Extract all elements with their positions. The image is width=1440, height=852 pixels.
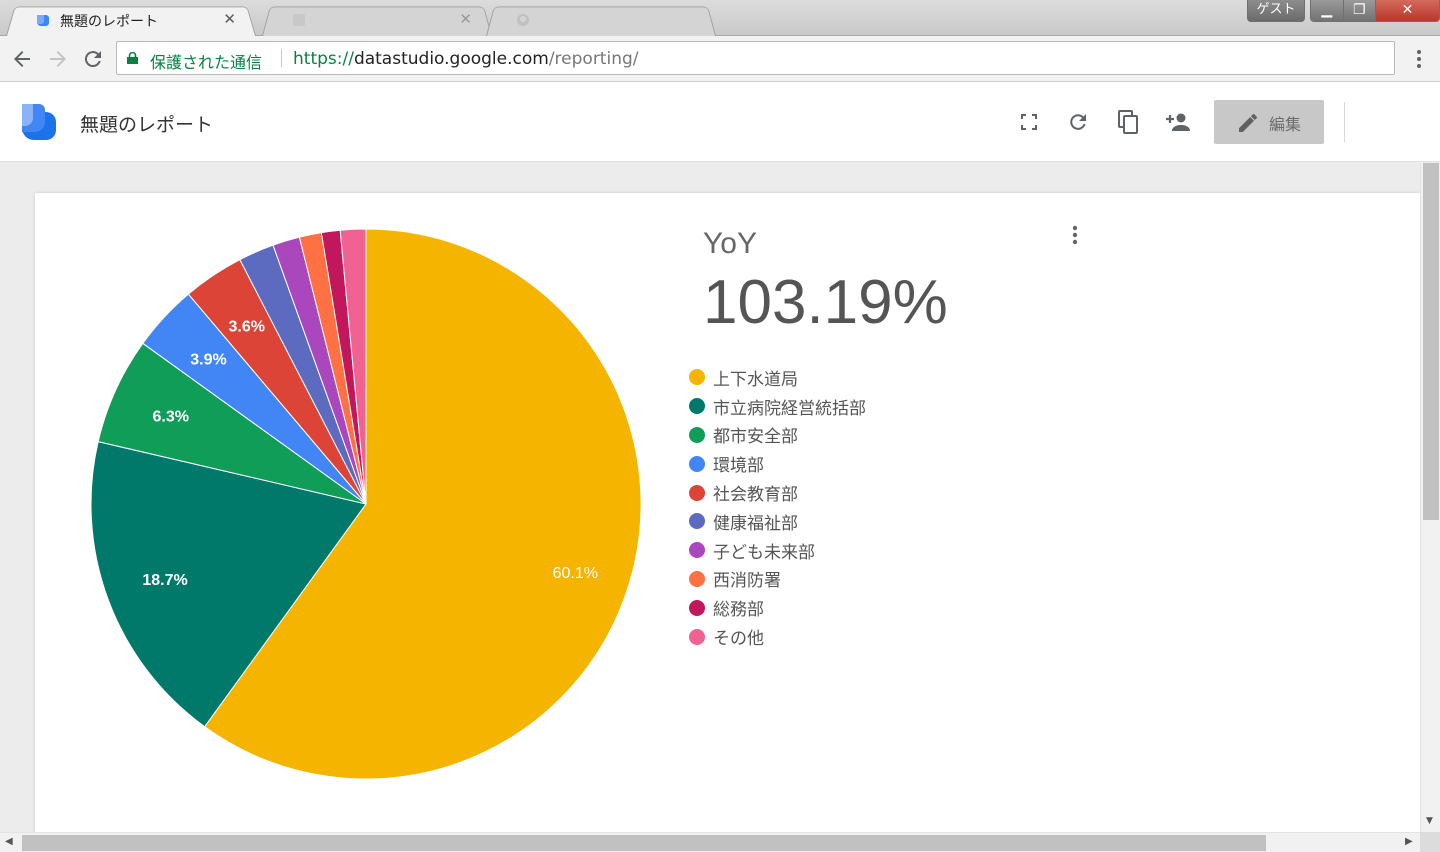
browser-toolbar: 保護された通信 https://datastudio.google.com/re…	[0, 36, 1440, 82]
horizontal-scrollbar[interactable]: ◀ ▶	[0, 832, 1420, 852]
window-controls: ▁ ❐ ✕	[1310, 0, 1440, 22]
legend-item[interactable]: 健康福祉部	[689, 507, 866, 536]
copy-icon[interactable]	[1114, 108, 1142, 136]
browser-menu-icon[interactable]	[1409, 47, 1429, 71]
legend-item[interactable]: その他	[689, 622, 866, 651]
back-arrow-icon[interactable]	[10, 47, 34, 71]
fullscreen-icon[interactable]	[1015, 108, 1043, 136]
minimize-icon[interactable]: ▁	[1311, 0, 1344, 21]
slice-data-label: 18.7%	[142, 572, 187, 589]
legend-swatch	[689, 455, 705, 472]
legend-label: 市立病院経営統括部	[713, 398, 866, 419]
report-page: 60.1% 18.7% 6.3% 3.9% 3.6% YoY 103.19% 上下水道局…	[35, 193, 1420, 832]
scroll-left-arrow-icon[interactable]: ◀	[5, 836, 13, 847]
report-canvas: 60.1% 18.7% 6.3% 3.9% 3.6% YoY 103.19% 上下水道局…	[0, 163, 1420, 832]
legend-swatch	[689, 570, 705, 587]
address-bar[interactable]: 保護された通信 https://datastudio.google.com/re…	[116, 41, 1395, 75]
tab-title: 無題のレポート	[60, 14, 158, 30]
legend-item[interactable]: 上下水道局	[689, 363, 866, 392]
pencil-icon	[1239, 114, 1257, 132]
scorecard-label: YoY	[703, 227, 757, 260]
scorecard-value: 103.19%	[703, 268, 948, 337]
page-favicon-icon	[293, 14, 305, 26]
reload-icon[interactable]	[81, 47, 105, 71]
browser-tab[interactable]	[486, 4, 716, 37]
legend-label: 環境部	[713, 456, 764, 477]
forward-arrow-icon[interactable]	[46, 47, 70, 71]
report-title[interactable]: 無題のレポート	[80, 110, 213, 137]
chart-legend: 上下水道局市立病院経営統括部 都市安全部環境部社会教育部健康福祉部子ども未来部 西消…	[689, 363, 866, 651]
slice-data-label: 60.1%	[553, 565, 598, 582]
legend-label: 社会教育部	[713, 485, 798, 506]
datastudio-logo-icon[interactable]	[22, 104, 56, 140]
url-text[interactable]: https://datastudio.google.com/reporting/	[293, 49, 639, 69]
legend-swatch	[689, 426, 705, 443]
horizontal-scroll-thumb[interactable]	[22, 835, 1266, 851]
legend-label: 上下水道局	[713, 369, 798, 390]
browser-tab[interactable]: ✕	[262, 4, 492, 37]
report-header: 無題のレポート 編集	[0, 82, 1440, 162]
legend-swatch	[689, 513, 705, 530]
slice-data-label: 6.3%	[152, 408, 188, 425]
header-divider	[1344, 102, 1345, 142]
edit-button-label: 編集	[1269, 115, 1302, 134]
slice-data-label: 3.9%	[190, 351, 226, 368]
legend-item[interactable]: 社会教育部	[689, 478, 866, 507]
refresh-icon[interactable]	[1064, 108, 1092, 136]
edit-button[interactable]: 編集	[1214, 100, 1324, 144]
legend-swatch	[689, 628, 705, 645]
legend-swatch	[689, 484, 705, 501]
scroll-right-arrow-icon[interactable]: ▶	[1405, 836, 1413, 847]
legend-item[interactable]: 西消防署	[689, 565, 866, 594]
legend-item[interactable]: 市立病院経営統括部	[689, 392, 866, 421]
legend-label: 健康福祉部	[713, 513, 798, 534]
browser-title-bar: 無題のレポート ✕ ✕ ゲスト ▁ ❐ ✕	[0, 0, 1440, 37]
restore-icon[interactable]: ❐	[1343, 0, 1376, 21]
share-person-add-icon[interactable]	[1164, 108, 1192, 136]
legend-label: その他	[713, 629, 764, 650]
github-favicon-icon	[517, 14, 529, 26]
legend-swatch	[689, 398, 705, 415]
slice-data-label: 3.6%	[229, 319, 265, 336]
datastudio-favicon-icon	[37, 15, 49, 26]
legend-swatch	[689, 542, 705, 559]
legend-label: 都市安全部	[713, 427, 798, 448]
legend-item[interactable]: 環境部	[689, 449, 866, 478]
legend-label: 子ども未来部	[713, 542, 815, 563]
pie-chart[interactable]: 60.1% 18.7% 6.3% 3.9%3.6%	[35, 193, 675, 832]
legend-label: 西消防署	[713, 571, 781, 592]
legend-item[interactable]: 都市安全部	[689, 421, 866, 450]
tab-close-icon[interactable]: ✕	[459, 10, 472, 28]
window-close-icon[interactable]: ✕	[1376, 0, 1439, 21]
scrollbar-corner	[1420, 832, 1440, 852]
browser-tab-active[interactable]: 無題のレポート ✕	[6, 4, 256, 37]
legend-item[interactable]: 子ども未来部	[689, 536, 866, 565]
chart-options-icon[interactable]	[1065, 223, 1085, 247]
tab-close-icon[interactable]: ✕	[223, 10, 236, 28]
lock-icon	[127, 52, 138, 64]
secure-connection-label[interactable]: 保護された通信	[150, 49, 262, 73]
scroll-down-arrow-icon[interactable]: ▼	[1426, 816, 1433, 826]
legend-label: 総務部	[713, 600, 764, 621]
vertical-scrollbar[interactable]: ▼	[1420, 163, 1440, 832]
legend-swatch	[689, 599, 705, 616]
guest-profile-button[interactable]: ゲスト	[1247, 0, 1305, 22]
legend-swatch	[689, 369, 705, 386]
vertical-scroll-thumb[interactable]	[1423, 163, 1439, 520]
legend-item[interactable]: 総務部	[689, 593, 866, 622]
address-divider	[281, 49, 282, 67]
